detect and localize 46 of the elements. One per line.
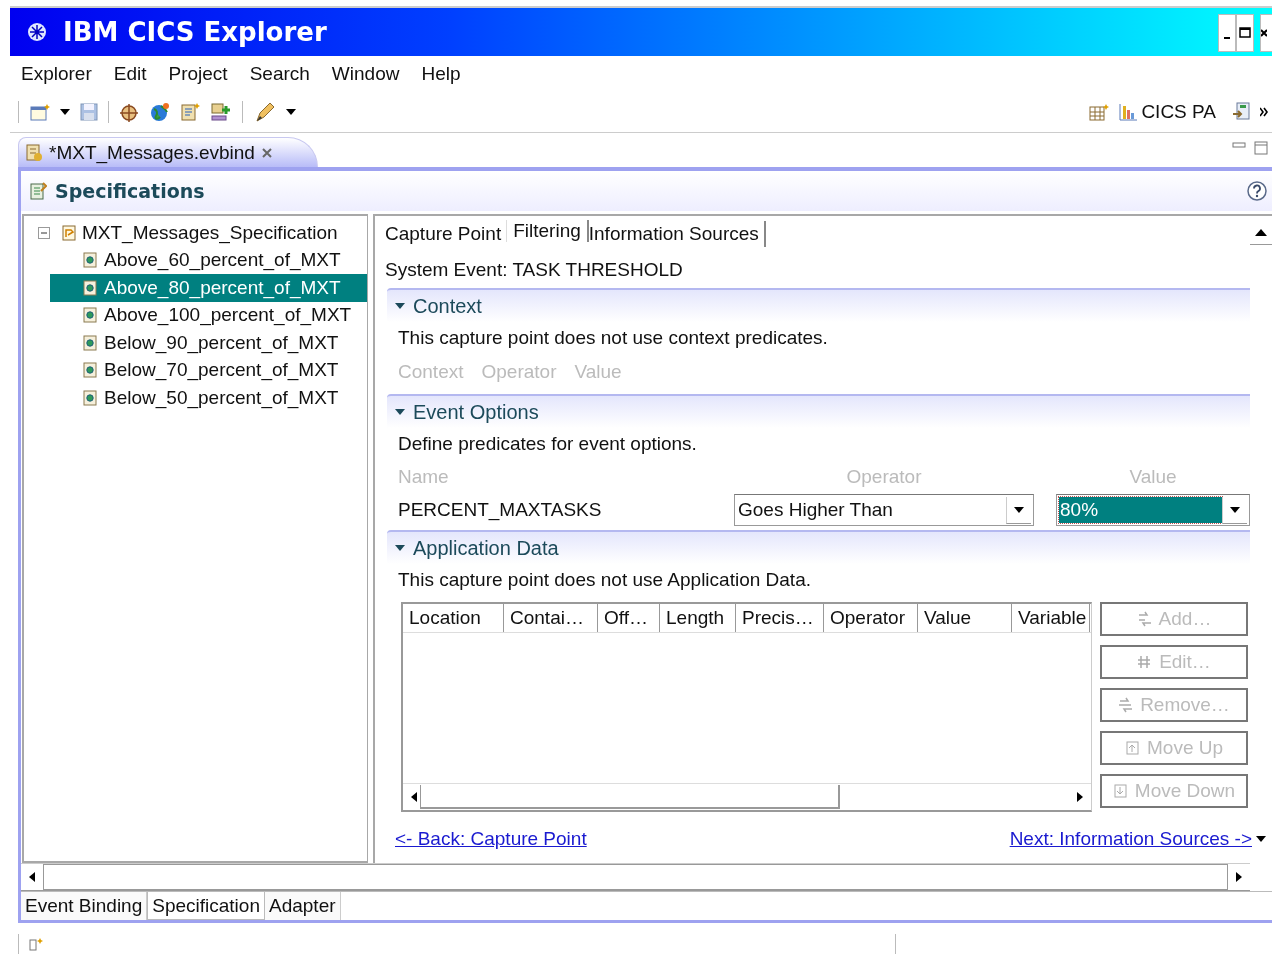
tab[interactable]: Filtering	[506, 220, 589, 242]
operator-dropdown[interactable]: Goes Higher Than	[734, 494, 1034, 526]
column-header[interactable]: Precis…	[736, 604, 824, 632]
value-dropdown[interactable]: 80%	[1056, 494, 1250, 526]
column-header[interactable]: Length	[660, 604, 736, 632]
column-header[interactable]: Contai…	[504, 604, 598, 632]
column-header[interactable]: Variable	[1012, 604, 1090, 632]
column-header: Operator	[481, 361, 557, 383]
column-header[interactable]: Operator	[824, 604, 918, 632]
column-header[interactable]: Off…	[598, 604, 660, 632]
menu-item[interactable]: Help	[421, 63, 461, 85]
system-event-label: System Event: TASK THRESHOLD	[385, 258, 684, 282]
menu-item[interactable]: Search	[249, 63, 310, 85]
column-header[interactable]: Location	[403, 604, 504, 632]
tree-item[interactable]: Below_90_percent_of_MXT	[50, 329, 367, 357]
tree-item[interactable]: Above_60_percent_of_MXT	[50, 246, 367, 274]
section-description: This capture point does not use Application Data.	[397, 568, 812, 592]
column-header[interactable]: Value	[918, 604, 1012, 632]
window-title: IBM CICS Explorer	[63, 17, 327, 47]
perspective-label[interactable]: CICS PA	[1141, 101, 1216, 123]
page-tab[interactable]: Adapter	[265, 892, 341, 920]
next-link[interactable]: Next: Information Sources ->	[1009, 828, 1252, 850]
tree-item[interactable]: Above_80_percent_of_MXT	[50, 274, 367, 302]
section-description: This capture point does not use context predicates.	[397, 326, 829, 350]
section-description: Define predicates for event options.	[397, 432, 698, 456]
column-header: Name	[398, 465, 450, 489]
tree-item[interactable]: MXT_Messages_Specification	[82, 221, 340, 244]
tree-item[interactable]: Below_50_percent_of_MXT	[50, 384, 367, 412]
tree-item[interactable]: Below_70_percent_of_MXT	[50, 356, 367, 384]
page-tab[interactable]: Event Binding	[21, 892, 148, 920]
column-header: Context	[398, 361, 464, 383]
tab[interactable]: Capture Point	[385, 223, 507, 245]
menu-item[interactable]: Edit	[113, 63, 147, 85]
menu-item[interactable]: Project	[168, 63, 228, 85]
page-tab[interactable]: Specification	[147, 892, 265, 920]
menu-item[interactable]: Window	[331, 63, 400, 85]
column-header: Value	[1128, 465, 1178, 489]
editor-tab[interactable]: *MXT_Messages.evbind	[18, 137, 318, 167]
menu-item[interactable]: Explorer	[21, 63, 92, 85]
page-title: Specifications	[55, 180, 205, 202]
tab[interactable]: Information Sources	[588, 223, 764, 245]
back-link[interactable]: <- Back: Capture Point	[395, 828, 587, 850]
column-header: Value	[574, 361, 622, 383]
predicate-name: PERCENT_MAXTASKS	[398, 499, 603, 521]
column-header: Operator	[845, 465, 923, 489]
tree-item[interactable]: Above_100_percent_of_MXT	[50, 301, 367, 329]
